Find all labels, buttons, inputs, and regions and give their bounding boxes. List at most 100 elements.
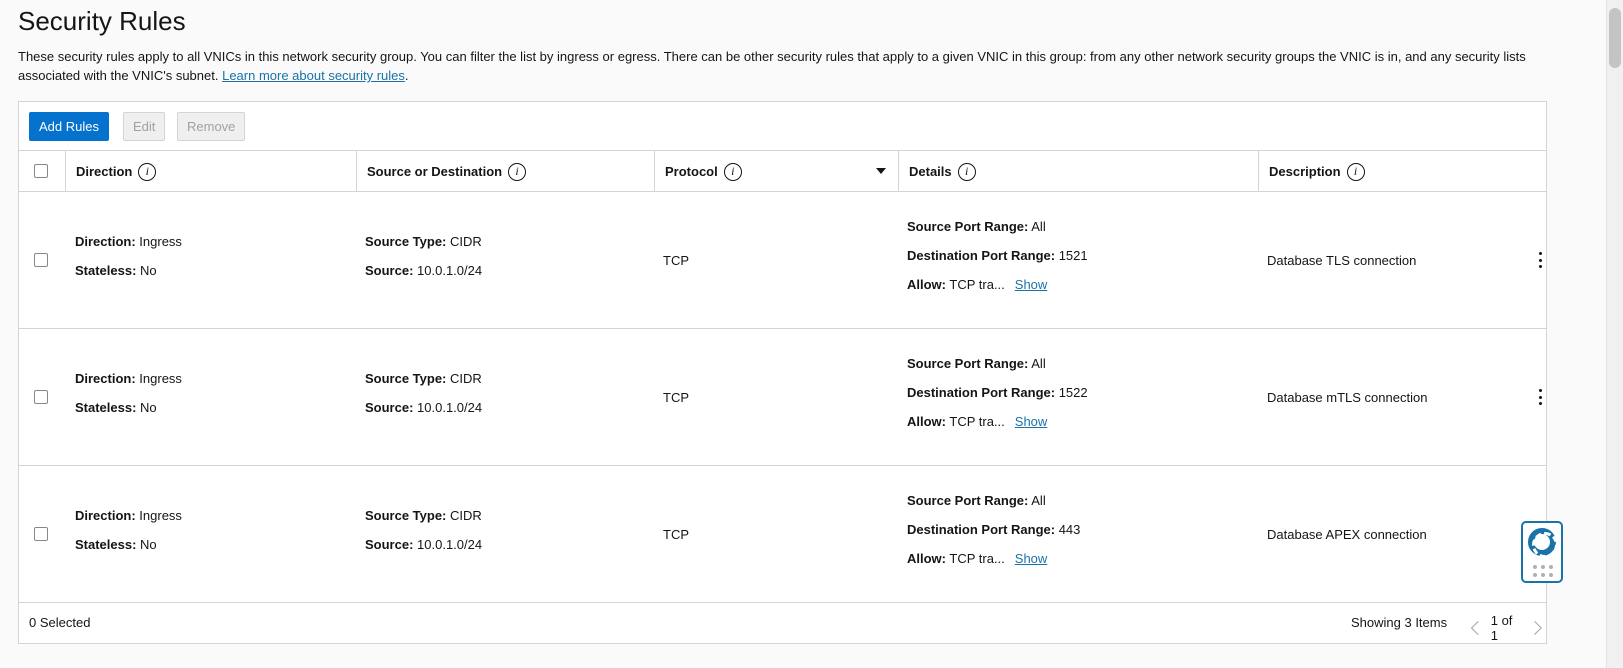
drag-handle-icon[interactable] bbox=[1533, 565, 1553, 577]
intro-text: These security rules apply to all VNICs … bbox=[18, 47, 1583, 85]
source-type-value: CIDR bbox=[450, 234, 482, 249]
row-checkbox[interactable] bbox=[34, 390, 48, 404]
destination-port-range-value: 443 bbox=[1058, 522, 1081, 537]
page-title: Security Rules bbox=[18, 6, 186, 36]
table-row: Direction: Ingress Stateless: No Source … bbox=[19, 192, 1546, 329]
source-cell: Source Type: CIDR Source: 10.0.1.0/24 bbox=[365, 364, 482, 422]
show-link[interactable]: Show bbox=[1015, 277, 1048, 292]
stateless-value: No bbox=[140, 400, 157, 415]
source-label: Source: bbox=[365, 400, 414, 415]
select-all-checkbox[interactable] bbox=[34, 164, 48, 178]
caret-down-icon[interactable] bbox=[876, 168, 886, 174]
chevron-right-icon[interactable] bbox=[1528, 621, 1543, 635]
column-header-source-or-destination[interactable]: Source or Destination i bbox=[356, 151, 654, 192]
direction-value: Ingress bbox=[139, 508, 182, 523]
destination-port-range-label: Destination Port Range: bbox=[907, 522, 1056, 537]
stateless-value: No bbox=[140, 537, 157, 552]
source-port-range-value: All bbox=[1031, 493, 1046, 508]
direction-cell: Direction: Ingress Stateless: No bbox=[75, 501, 182, 559]
column-label-source-or-destination: Source or Destination bbox=[367, 164, 503, 179]
column-label-details: Details bbox=[909, 164, 952, 179]
intro-period: . bbox=[404, 68, 409, 83]
source-value: 10.0.1.0/24 bbox=[417, 400, 483, 415]
description-value: Database mTLS connection bbox=[1267, 390, 1428, 405]
source-port-range-label: Source Port Range: bbox=[907, 219, 1029, 234]
learn-more-link[interactable]: Learn more about security rules bbox=[222, 68, 405, 83]
scrollbar-thumb[interactable] bbox=[1609, 8, 1621, 68]
column-label-description: Description bbox=[1269, 164, 1341, 179]
kebab-menu-icon[interactable] bbox=[1538, 389, 1542, 405]
protocol-value: TCP bbox=[663, 390, 689, 405]
info-icon[interactable]: i bbox=[508, 162, 527, 181]
allow-label: Allow: bbox=[907, 551, 946, 566]
direction-cell: Direction: Ingress Stateless: No bbox=[75, 364, 182, 422]
table-toolbar: Add Rules Edit Remove bbox=[19, 102, 1546, 151]
items-count: Showing 3 Items bbox=[1351, 615, 1448, 630]
source-label: Source: bbox=[365, 263, 414, 278]
info-icon[interactable]: i bbox=[1346, 162, 1365, 181]
column-header-description[interactable]: Description i bbox=[1258, 151, 1548, 192]
info-icon[interactable]: i bbox=[138, 162, 157, 181]
protocol-value: TCP bbox=[663, 253, 689, 268]
allow-value: TCP tra... bbox=[949, 277, 1005, 292]
protocol-value: TCP bbox=[663, 527, 689, 542]
allow-label: Allow: bbox=[907, 277, 946, 292]
select-all-cell bbox=[19, 151, 65, 192]
direction-label: Direction: bbox=[75, 371, 136, 386]
details-cell: Source Port Range: All Destination Port … bbox=[907, 349, 1088, 436]
description-value: Database TLS connection bbox=[1267, 253, 1417, 268]
page-scrollbar[interactable] bbox=[1606, 0, 1623, 668]
edit-button[interactable]: Edit bbox=[123, 112, 166, 141]
column-header-direction[interactable]: Direction i bbox=[65, 151, 356, 192]
direction-value: Ingress bbox=[139, 371, 182, 386]
source-type-value: CIDR bbox=[450, 371, 482, 386]
kebab-menu-icon[interactable] bbox=[1538, 252, 1542, 268]
info-icon[interactable]: i bbox=[957, 162, 976, 181]
show-link[interactable]: Show bbox=[1015, 551, 1048, 566]
add-rules-button[interactable]: Add Rules bbox=[29, 112, 109, 141]
selected-count: 0 Selected bbox=[29, 615, 91, 630]
stateless-label: Stateless: bbox=[75, 400, 137, 415]
lifebuoy-icon[interactable] bbox=[1528, 528, 1558, 558]
stateless-label: Stateless: bbox=[75, 537, 137, 552]
security-rules-table-panel: Add Rules Edit Remove Direction i Source… bbox=[18, 101, 1547, 644]
stateless-label: Stateless: bbox=[75, 263, 137, 278]
help-widget[interactable] bbox=[1521, 521, 1563, 583]
column-label-protocol: Protocol bbox=[665, 164, 718, 179]
row-checkbox[interactable] bbox=[34, 253, 48, 267]
table-row: Direction: Ingress Stateless: No Source … bbox=[19, 329, 1546, 466]
column-header-details[interactable]: Details i bbox=[898, 151, 1258, 192]
destination-port-range-value: 1522 bbox=[1058, 385, 1088, 400]
show-link[interactable]: Show bbox=[1015, 414, 1048, 429]
protocol-cell: TCP bbox=[663, 520, 689, 549]
source-type-label: Source Type: bbox=[365, 371, 447, 386]
destination-port-range-value: 1521 bbox=[1058, 248, 1088, 263]
details-cell: Source Port Range: All Destination Port … bbox=[907, 212, 1088, 299]
column-header-protocol[interactable]: Protocol i bbox=[654, 151, 898, 192]
source-type-value: CIDR bbox=[450, 508, 482, 523]
source-value: 10.0.1.0/24 bbox=[417, 537, 483, 552]
table-header: Direction i Source or Destination i Prot… bbox=[19, 151, 1546, 192]
direction-label: Direction: bbox=[75, 508, 136, 523]
details-cell: Source Port Range: All Destination Port … bbox=[907, 486, 1080, 573]
chevron-left-icon[interactable] bbox=[1470, 621, 1485, 635]
allow-value: TCP tra... bbox=[949, 551, 1005, 566]
description-cell: Database TLS connection bbox=[1267, 246, 1416, 275]
source-port-range-label: Source Port Range: bbox=[907, 493, 1029, 508]
page-indicator: 1 of 1 bbox=[1490, 613, 1513, 643]
info-icon[interactable]: i bbox=[723, 162, 742, 181]
destination-port-range-label: Destination Port Range: bbox=[907, 248, 1056, 263]
pagination: 1 of 1 bbox=[1467, 613, 1546, 643]
destination-port-range-label: Destination Port Range: bbox=[907, 385, 1056, 400]
description-cell: Database APEX connection bbox=[1267, 520, 1427, 549]
remove-button[interactable]: Remove bbox=[177, 112, 246, 141]
column-label-direction: Direction bbox=[76, 164, 133, 179]
row-checkbox[interactable] bbox=[34, 527, 48, 541]
source-cell: Source Type: CIDR Source: 10.0.1.0/24 bbox=[365, 227, 482, 285]
allow-label: Allow: bbox=[907, 414, 946, 429]
source-port-range-label: Source Port Range: bbox=[907, 356, 1029, 371]
source-value: 10.0.1.0/24 bbox=[417, 263, 483, 278]
description-cell: Database mTLS connection bbox=[1267, 383, 1427, 412]
source-port-range-value: All bbox=[1031, 219, 1046, 234]
direction-cell: Direction: Ingress Stateless: No bbox=[75, 227, 182, 285]
